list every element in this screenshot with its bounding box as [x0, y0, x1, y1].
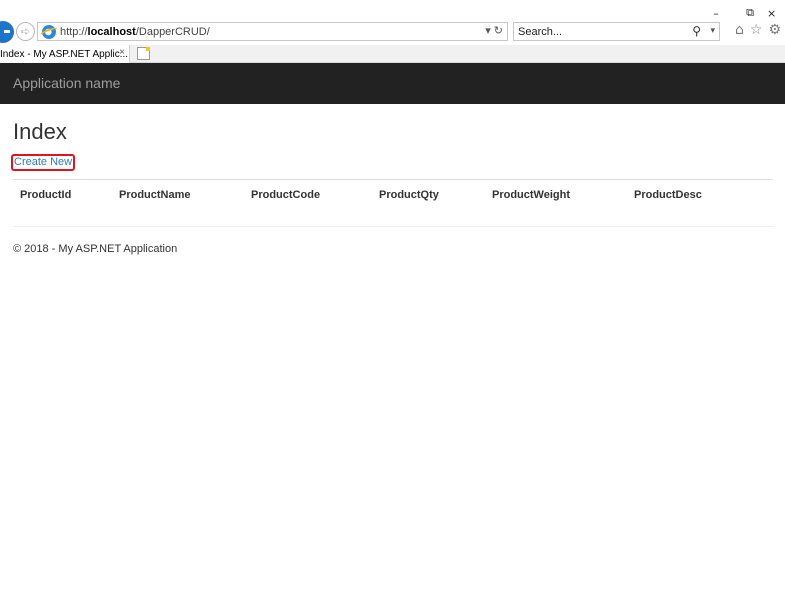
search-box[interactable]: ⚲ ▾ [513, 22, 720, 41]
close-icon[interactable]: × [119, 47, 125, 58]
ie-logo-icon [42, 24, 56, 39]
toolbar-icons: ⌂ ☆ ⚙ [735, 22, 781, 38]
navigation-row: ➪ http://localhost/DapperCRUD/ ▾ ↻ ⚲ ▾ ⌂… [0, 20, 785, 44]
products-table: ProductId ProductName ProductCode Produc… [13, 179, 773, 227]
page-title: Index [13, 119, 67, 144]
page-footer: © 2018 - My ASP.NET Application [13, 243, 178, 255]
search-icon[interactable]: ⚲ [692, 24, 701, 38]
search-input[interactable] [518, 25, 678, 38]
column-header-product-qty: ProductQty [379, 189, 439, 201]
close-window-button[interactable]: × [767, 0, 785, 20]
column-header-product-code: ProductCode [251, 189, 321, 201]
tab-strip: Index - My ASP.NET Applic... × [0, 45, 785, 63]
chevron-down-icon[interactable]: ▾ [710, 25, 715, 36]
forward-arrow-icon[interactable]: ➪ [16, 22, 35, 41]
minimize-button[interactable]: – [699, 0, 733, 20]
address-url[interactable]: http://localhost/DapperCRUD/ [60, 26, 210, 38]
column-header-product-id: ProductId [20, 189, 72, 201]
table-divider [13, 226, 773, 227]
address-bar[interactable]: http://localhost/DapperCRUD/ ▾ ↻ [37, 22, 508, 41]
gear-icon[interactable]: ⚙ [768, 22, 781, 38]
column-header-product-desc: ProductDesc [634, 189, 702, 201]
table-header-row: ProductId ProductName ProductCode Produc… [13, 180, 773, 210]
restore-button[interactable]: ⧉ [733, 0, 767, 20]
brand-link[interactable]: Application name [13, 75, 120, 91]
window-controls: – ⧉ × [699, 0, 785, 20]
column-header-product-name: ProductName [119, 189, 191, 201]
star-icon[interactable]: ☆ [750, 22, 763, 38]
column-header-product-weight: ProductWeight [492, 189, 571, 201]
tab-title: Index - My ASP.NET Applic... [0, 48, 129, 60]
new-tab-icon[interactable] [137, 47, 150, 60]
home-icon[interactable]: ⌂ [735, 22, 744, 38]
site-navbar: Application name [0, 63, 785, 104]
refresh-icon[interactable]: ▾ ↻ [485, 24, 503, 37]
browser-chrome: – ⧉ × ➪ http://localhost/DapperCRUD/ ▾ ↻… [0, 0, 785, 63]
back-arrow-icon[interactable] [0, 21, 14, 43]
tab-index[interactable]: Index - My ASP.NET Applic... × [0, 45, 130, 63]
create-new-link[interactable]: Create New [11, 154, 76, 171]
